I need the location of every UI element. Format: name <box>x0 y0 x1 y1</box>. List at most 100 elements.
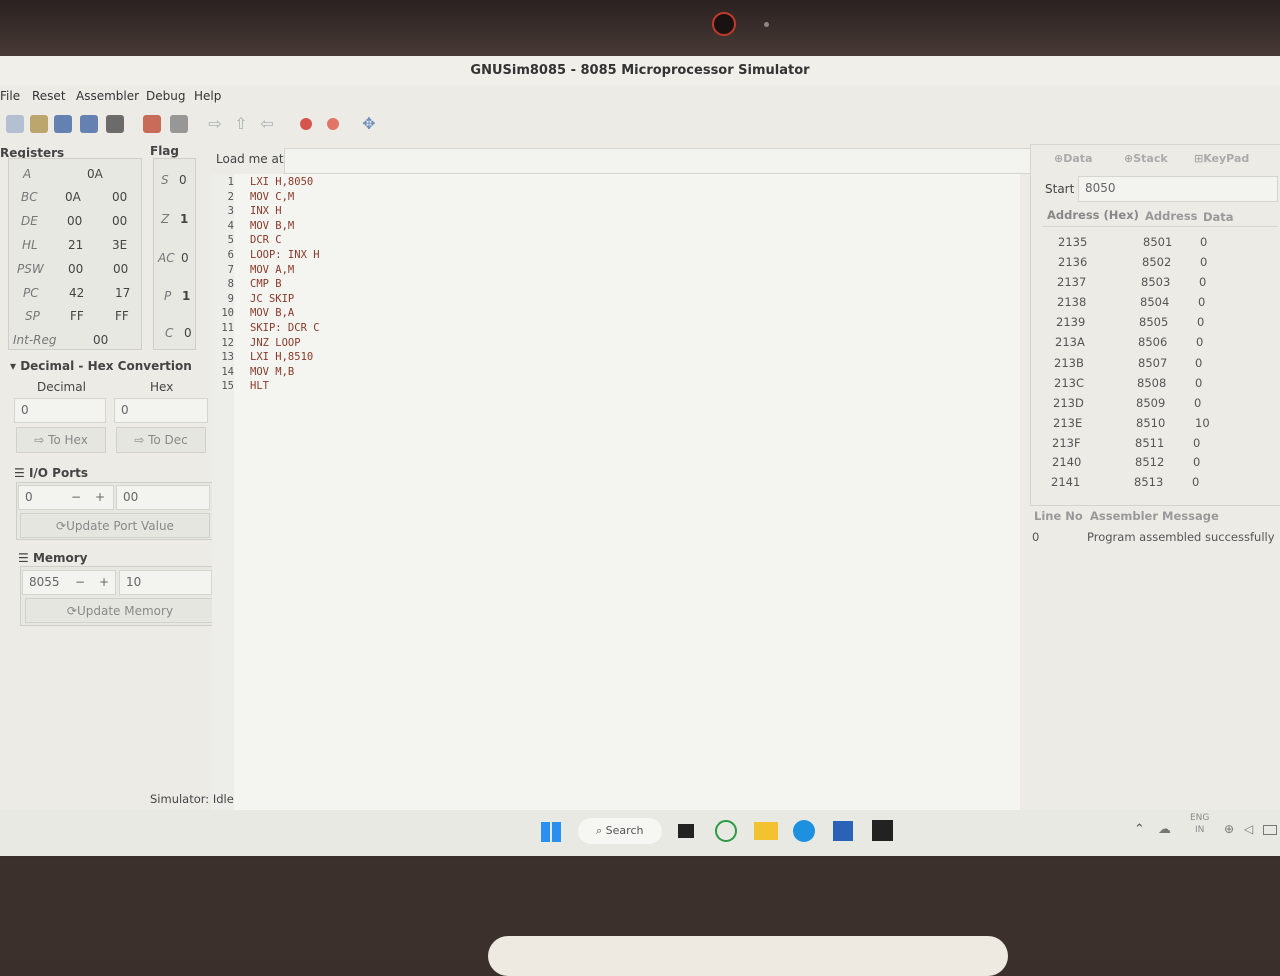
search-icon: ⌕ <box>596 824 606 837</box>
line-number: 14 <box>221 365 234 378</box>
flag-c-name: C <box>165 326 174 340</box>
tab-icon: ⊕ <box>1054 152 1064 165</box>
file-explorer-icon[interactable] <box>754 822 778 840</box>
port-number-input[interactable]: 0 − + <box>18 485 114 510</box>
decimal-input[interactable]: 0 <box>14 398 106 423</box>
col-data[interactable]: Data <box>1203 210 1234 224</box>
update-memory-button[interactable]: ⟳Update Memory <box>25 598 215 623</box>
io-title: ☰ I/O Ports <box>14 466 88 480</box>
flag-s-name: S <box>161 173 169 187</box>
convert-icon: ⇨ <box>34 433 49 447</box>
message-line-no: 0 <box>1032 530 1040 544</box>
cell-address: 8513 <box>1134 475 1164 489</box>
battery-icon[interactable] <box>1263 825 1277 835</box>
tab-data[interactable]: ⊕Data <box>1054 152 1092 165</box>
data-row[interactable]: 2138 8504 0 <box>1057 295 1205 309</box>
windows-start-icon[interactable] <box>541 822 561 842</box>
data-row[interactable]: 213A 8506 0 <box>1055 335 1203 349</box>
step-out-icon[interactable]: ⇦ <box>258 115 276 133</box>
memory-title: ☰ Memory <box>18 551 88 565</box>
cell-data: 0 <box>1193 436 1201 450</box>
line-number: 11 <box>221 322 234 334</box>
memory-value-input[interactable]: 10 <box>119 570 212 595</box>
port-decrement-button[interactable]: − <box>71 490 81 504</box>
memory-decrement-button[interactable]: − <box>75 575 85 589</box>
whatsapp-icon[interactable] <box>715 820 737 842</box>
message-row[interactable]: 0 Program assembled successfully <box>1032 530 1275 544</box>
hex-input[interactable]: 0 <box>114 398 208 423</box>
update-port-button[interactable]: ⟳Update Port Value <box>20 513 210 538</box>
gnusim-taskbar-icon[interactable] <box>872 820 893 841</box>
data-row[interactable]: 213F 8511 0 <box>1052 436 1200 450</box>
new-file-icon[interactable] <box>6 115 24 133</box>
breakpoint-icon[interactable] <box>300 118 312 130</box>
tray-app-icon[interactable]: ☁ <box>1158 822 1171 837</box>
col-address-hex[interactable]: Address (Hex) <box>1047 208 1139 222</box>
code-text: MOV B,A <box>250 307 295 320</box>
save-icon[interactable] <box>54 115 72 133</box>
data-row[interactable]: 2139 8505 0 <box>1056 315 1204 329</box>
line-number: 10 <box>221 307 234 320</box>
open-file-icon[interactable] <box>30 115 48 133</box>
decimal-label: Decimal <box>37 380 86 394</box>
code-editor[interactable]: 1 LXI H,8050 2 MOV C,M 3 INX H 4 MOV B,M 5 DC… <box>212 174 1020 814</box>
data-row[interactable]: 2140 8512 0 <box>1052 455 1200 469</box>
port-value-input[interactable]: 00 <box>116 485 210 510</box>
line-number: 13 <box>221 351 234 364</box>
volume-icon[interactable]: ◁ <box>1244 822 1253 836</box>
reg-e-value: 00 <box>112 214 128 228</box>
col-line-no[interactable]: Line No <box>1034 509 1083 523</box>
to-dec-button[interactable]: ⇨ To Dec <box>116 427 206 453</box>
menu-reset[interactable]: Reset <box>32 89 66 103</box>
stop-debug-icon[interactable]: ✥ <box>360 115 378 133</box>
store-icon[interactable] <box>833 821 853 841</box>
tab-keypad[interactable]: ⊞KeyPad <box>1194 152 1249 165</box>
reg-pc-name: PC <box>23 286 39 300</box>
to-hex-button[interactable]: ⇨ To Hex <box>16 427 106 453</box>
code-text: DCR C <box>250 234 282 247</box>
data-row[interactable]: 213C 8508 0 <box>1054 376 1202 390</box>
chevron-up-icon[interactable]: ⌃ <box>1134 822 1145 837</box>
start-address-input[interactable]: 8050 <box>1078 176 1278 202</box>
clear-breakpoints-icon[interactable] <box>327 118 339 130</box>
data-row[interactable]: 2136 8502 0 <box>1058 255 1207 269</box>
cell-data: 0 <box>1199 275 1207 289</box>
task-view-icon[interactable] <box>678 824 694 838</box>
assemble-icon[interactable] <box>143 115 161 133</box>
save-as-icon[interactable] <box>80 115 98 133</box>
network-icon[interactable]: ⊕ <box>1224 822 1234 836</box>
cell-address: 8511 <box>1135 436 1165 450</box>
edge-icon[interactable] <box>793 820 815 842</box>
port-increment-button[interactable]: + <box>95 490 105 504</box>
code-text: MOV C,M <box>250 190 295 203</box>
data-row[interactable]: 213B 8507 0 <box>1054 356 1202 370</box>
col-address[interactable]: Address <box>1145 209 1198 223</box>
flag-s-value: 0 <box>179 173 187 187</box>
menu-file[interactable]: File <box>0 89 20 103</box>
registers-panel: A 0A BC 0A 00 DE 00 00 HL 21 3E PSW 00 0… <box>8 158 142 350</box>
memory-increment-button[interactable]: + <box>99 575 109 589</box>
to-dec-label: To Dec <box>148 433 188 447</box>
taskbar-search[interactable]: ⌕ Search <box>578 818 662 844</box>
cell-hex: 213E <box>1053 416 1083 430</box>
io-title-text: I/O Ports <box>28 466 88 480</box>
col-assembler-message[interactable]: Assembler Message <box>1090 509 1219 523</box>
data-row[interactable]: 2137 8503 0 <box>1057 275 1206 289</box>
data-row[interactable]: 2135 8501 0 <box>1058 235 1207 249</box>
data-row[interactable]: 213E 8510 10 <box>1053 416 1210 430</box>
reg-d-value: 00 <box>67 214 83 228</box>
tab-stack[interactable]: ⊕Stack <box>1124 152 1168 165</box>
step-over-icon[interactable]: ⇧ <box>232 115 250 133</box>
load-address-input[interactable] <box>284 148 1034 174</box>
data-row[interactable]: 213D 8509 0 <box>1053 396 1201 410</box>
execute-icon[interactable] <box>170 115 188 133</box>
data-row[interactable]: 2141 8513 0 <box>1051 475 1199 489</box>
language-indicator[interactable]: ENG IN <box>1190 812 1209 836</box>
print-icon[interactable] <box>106 115 124 133</box>
menu-help[interactable]: Help <box>194 89 221 103</box>
memory-address-input[interactable]: 8055 − + <box>22 570 116 595</box>
menu-debug[interactable]: Debug <box>146 89 185 103</box>
cell-hex: 2137 <box>1057 275 1087 289</box>
step-in-icon[interactable]: ⇨ <box>206 115 224 133</box>
menu-assembler[interactable]: Assembler <box>76 89 139 103</box>
